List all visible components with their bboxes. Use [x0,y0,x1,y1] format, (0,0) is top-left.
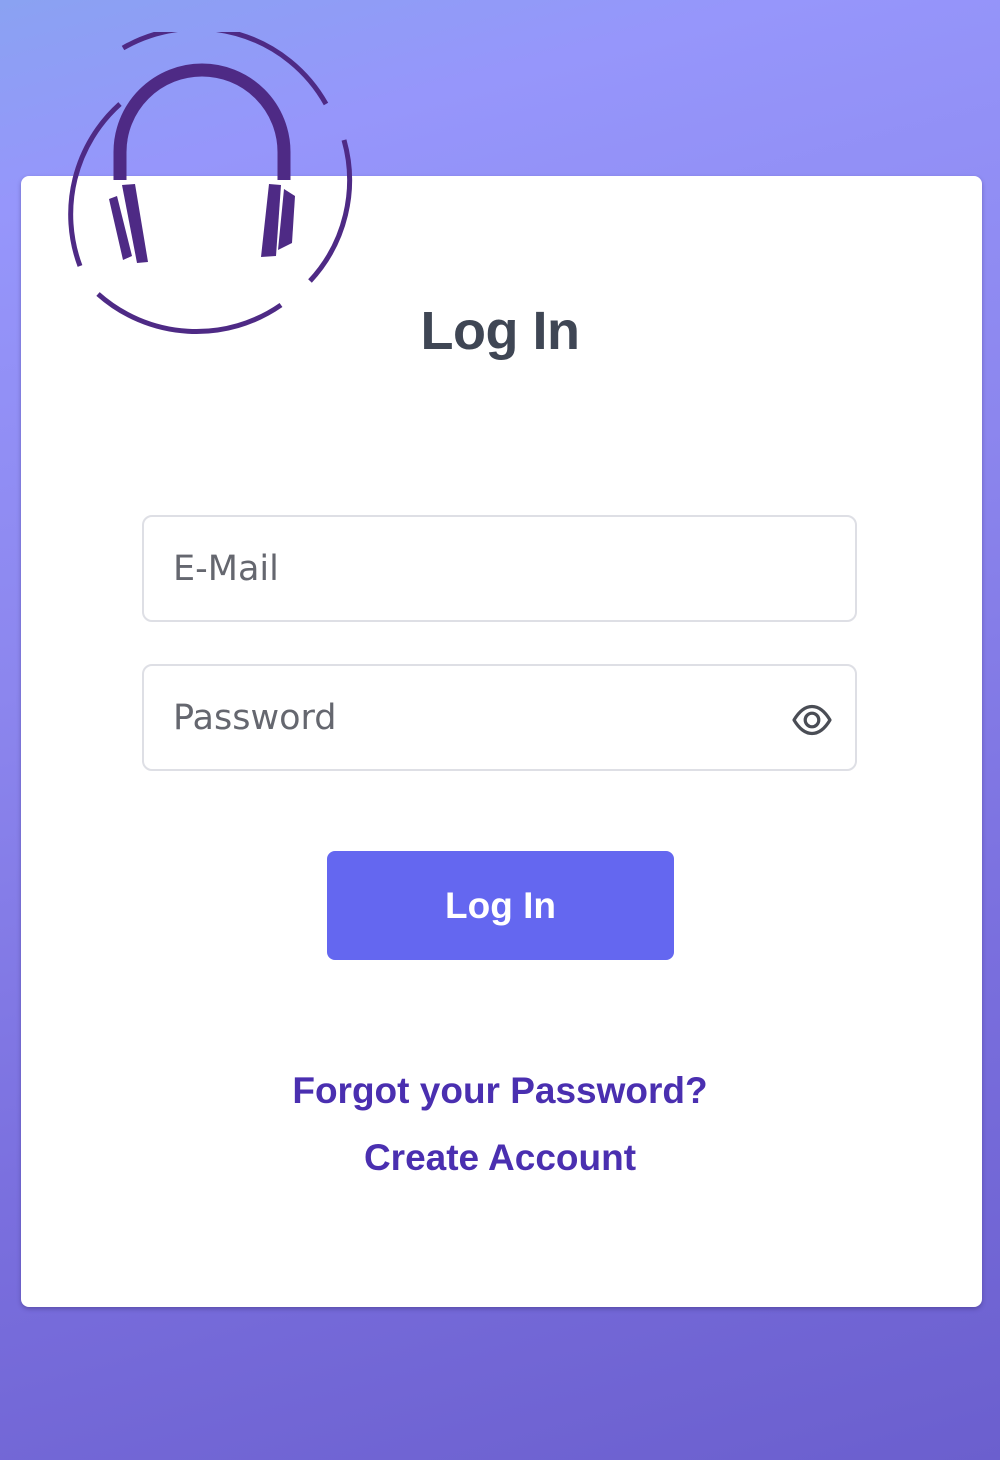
headphones-icon [68,32,353,335]
password-field[interactable] [144,666,855,769]
email-field[interactable] [144,517,855,620]
email-field-container [142,515,857,622]
forgot-password-link[interactable]: Forgot your Password? [0,1070,1000,1112]
page-title: Log In [420,301,580,361]
password-field-container [142,664,857,771]
login-button[interactable]: Log In [327,851,674,960]
eye-icon[interactable] [791,699,833,741]
create-account-link[interactable]: Create Account [0,1137,1000,1179]
